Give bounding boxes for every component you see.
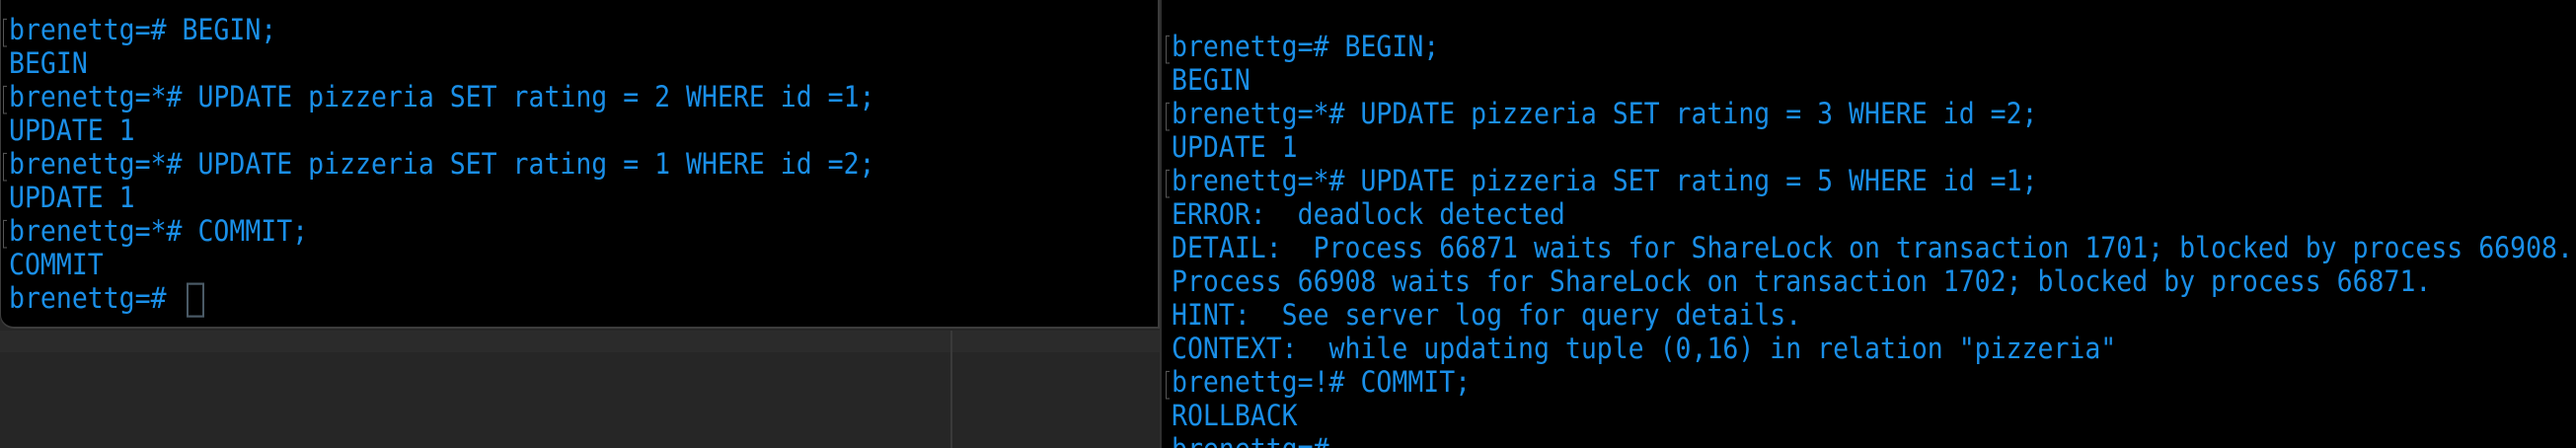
command-line: brenettg=*# UPDATE pizzeria SET rating =… bbox=[1166, 96, 2573, 132]
text-cursor bbox=[186, 281, 204, 318]
output-line: ERROR: deadlock detected bbox=[1172, 197, 1565, 232]
output-line: brenettg=# bbox=[1172, 431, 2573, 448]
desktop-divider bbox=[950, 331, 952, 448]
output-line: CONTEXT: while updating tuple (0,16) in … bbox=[1172, 332, 2117, 366]
terminal-window-left[interactable]: brenettg=# BEGIN; BEGIN brenettg=*# UPDATE… bbox=[0, 0, 1160, 329]
output-line: COMMIT bbox=[9, 248, 104, 282]
output-line: BEGIN bbox=[1172, 63, 1250, 98]
command-line: brenettg=*# UPDATE pizzeria SET rating =… bbox=[3, 146, 875, 183]
output-line: HINT: See server log for query details. bbox=[1172, 298, 1802, 333]
command-line: brenettg=*# UPDATE pizzeria SET rating =… bbox=[3, 79, 875, 115]
command-line: brenettg=!# COMMIT; bbox=[1166, 364, 2573, 401]
current-prompt-line[interactable]: brenettg=# bbox=[9, 280, 875, 318]
terminal-output: brenettg=# BEGIN; BEGIN brenettg=*# UPDATE… bbox=[1166, 29, 2573, 448]
command-line: brenettg=*# COMMIT; bbox=[3, 213, 875, 250]
desktop-background bbox=[0, 331, 1160, 352]
terminal-output: brenettg=# BEGIN; BEGIN brenettg=*# UPDATE… bbox=[3, 12, 875, 318]
command-line: brenettg=# BEGIN; bbox=[3, 12, 875, 48]
output-line: DETAIL: Process 66871 waits for ShareLoc… bbox=[1172, 231, 2573, 265]
output-line: UPDATE 1 bbox=[1172, 130, 1298, 165]
command-line: brenettg=# BEGIN; bbox=[1166, 29, 2573, 65]
command-line: brenettg=*# UPDATE pizzeria SET rating =… bbox=[1166, 163, 2573, 199]
output-line: UPDATE 1 bbox=[9, 181, 135, 215]
terminal-window-right[interactable]: brenettg=# BEGIN; BEGIN brenettg=*# UPDATE… bbox=[1160, 0, 2576, 448]
output-line: ROLLBACK bbox=[1172, 399, 1298, 433]
output-line: UPDATE 1 bbox=[9, 113, 135, 148]
prompt-text: brenettg=# bbox=[9, 281, 183, 316]
output-line: Process 66908 waits for ShareLock on tra… bbox=[1172, 264, 2432, 299]
output-line: BEGIN bbox=[9, 46, 88, 81]
